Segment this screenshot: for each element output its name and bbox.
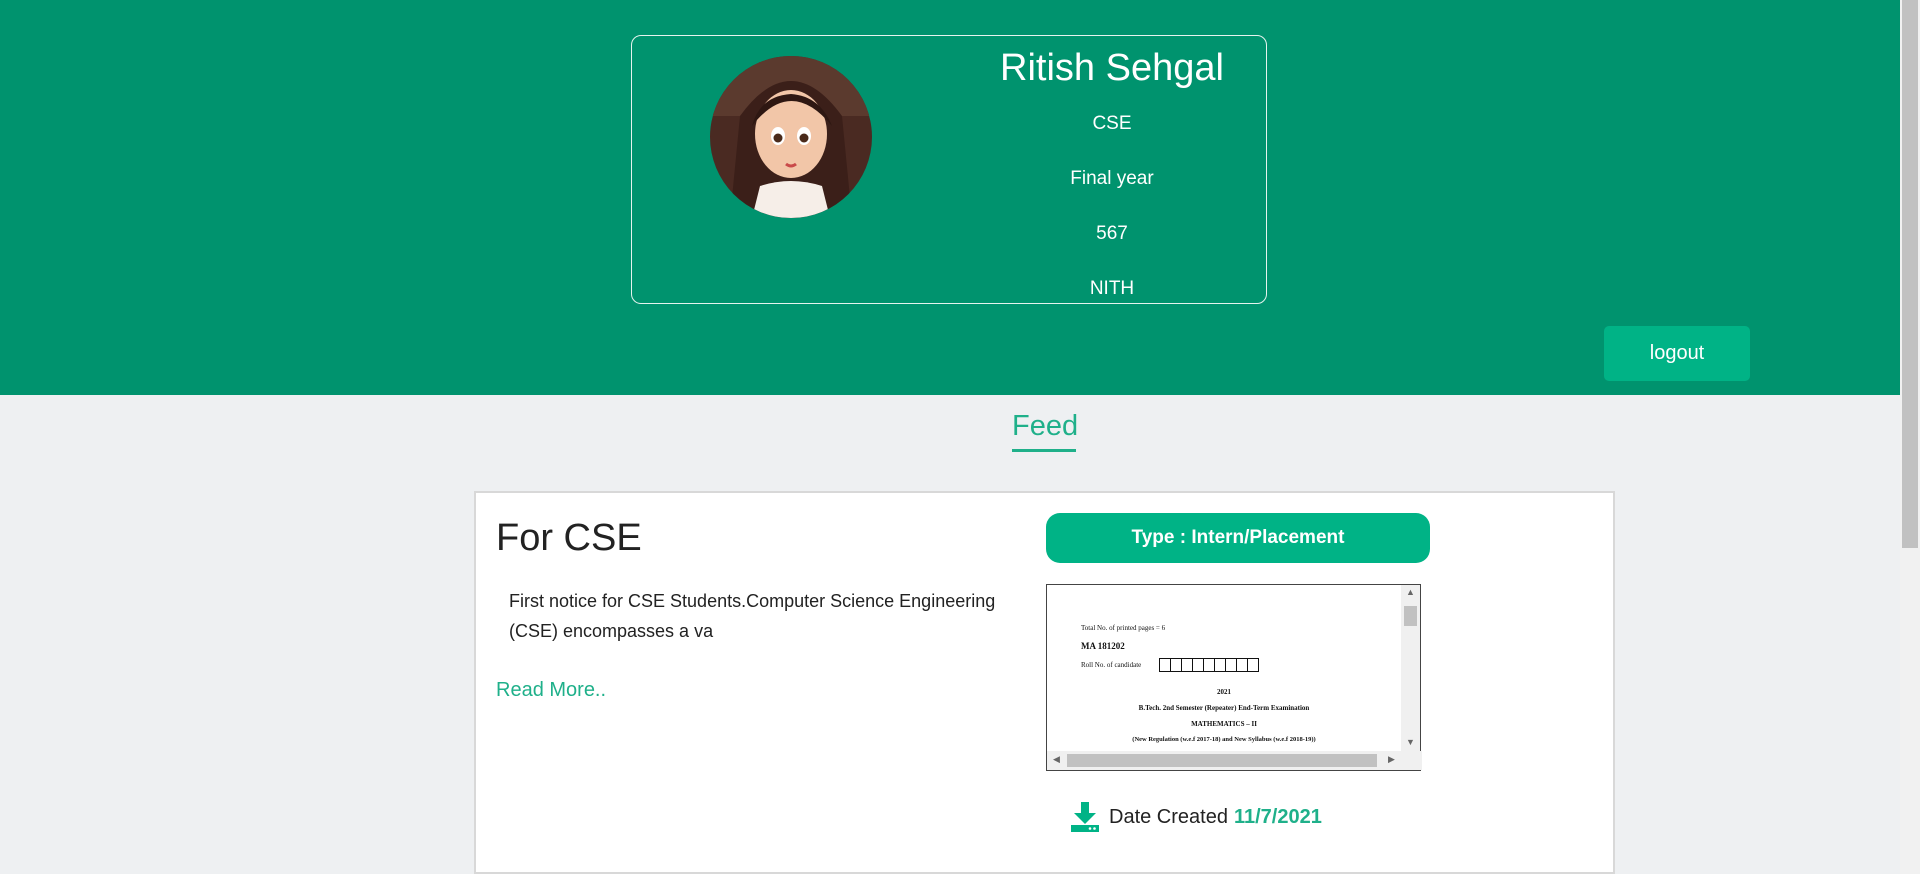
- scroll-right-icon[interactable]: ▶: [1388, 754, 1395, 765]
- scroll-up-icon[interactable]: ▲: [1406, 587, 1415, 597]
- page-scroll-thumb[interactable]: [1902, 0, 1918, 548]
- pdf-horizontal-scrollbar[interactable]: ◀ ▶: [1047, 751, 1422, 770]
- pdf-vertical-scroll-thumb[interactable]: [1404, 606, 1417, 626]
- profile-header: Ritish Sehgal CSE Final year 567 NITH lo…: [0, 0, 1900, 395]
- date-value: 11/7/2021: [1233, 805, 1322, 828]
- date-label: Date Created: [1109, 805, 1228, 828]
- profile-name: Ritish Sehgal: [1000, 47, 1224, 89]
- pdf-regulation: (New Regulation (w.e.f 2017-18) and New …: [1132, 736, 1316, 743]
- post-body: First notice for CSE Students.Computer S…: [509, 591, 996, 641]
- pdf-horizontal-scroll-thumb[interactable]: [1067, 754, 1377, 767]
- read-more-link[interactable]: Read More..: [496, 679, 606, 702]
- pdf-preview[interactable]: Total No. of printed pages = 6 MA 181202…: [1046, 584, 1422, 771]
- pdf-page: Total No. of printed pages = 6 MA 181202…: [1048, 586, 1400, 751]
- scroll-down-icon[interactable]: ▼: [1406, 737, 1415, 747]
- pdf-pages-line: Total No. of printed pages = 6: [1081, 624, 1166, 632]
- page-scrollbar[interactable]: [1900, 0, 1920, 874]
- pdf-exam: B.Tech. 2nd Semester (Repeater) End-Term…: [1138, 704, 1310, 712]
- profile-card: Ritish Sehgal CSE Final year 567 NITH: [631, 35, 1267, 304]
- pdf-subject: MATHEMATICS – II: [1191, 720, 1257, 728]
- avatar: [710, 56, 872, 218]
- scroll-left-icon[interactable]: ◀: [1053, 754, 1060, 765]
- profile-branch: CSE: [1092, 113, 1132, 134]
- pdf-roll-boxes: [1159, 658, 1259, 672]
- profile-year: Final year: [1070, 168, 1154, 189]
- date-created-row: Date Created 11/7/2021: [1069, 801, 1322, 833]
- feed-title: Feed: [1012, 410, 1078, 452]
- pdf-year: 2021: [1217, 688, 1231, 696]
- pdf-roll-label: Roll No. of candidate: [1081, 661, 1142, 669]
- post-title: For CSE: [496, 517, 642, 559]
- post-card: For CSE First notice for CSE Students.Co…: [474, 491, 1615, 874]
- profile-roll: 567: [1096, 223, 1128, 244]
- logout-button[interactable]: logout: [1604, 326, 1750, 381]
- profile-college: NITH: [1089, 278, 1135, 299]
- profile-info: Ritish Sehgal CSE Final year 567 NITH: [987, 36, 1237, 316]
- pdf-vertical-scrollbar[interactable]: ▲ ▼: [1401, 585, 1420, 751]
- post-type-badge: Type : Intern/Placement: [1046, 513, 1430, 563]
- download-icon[interactable]: [1069, 801, 1101, 833]
- pdf-code: MA 181202: [1081, 641, 1125, 651]
